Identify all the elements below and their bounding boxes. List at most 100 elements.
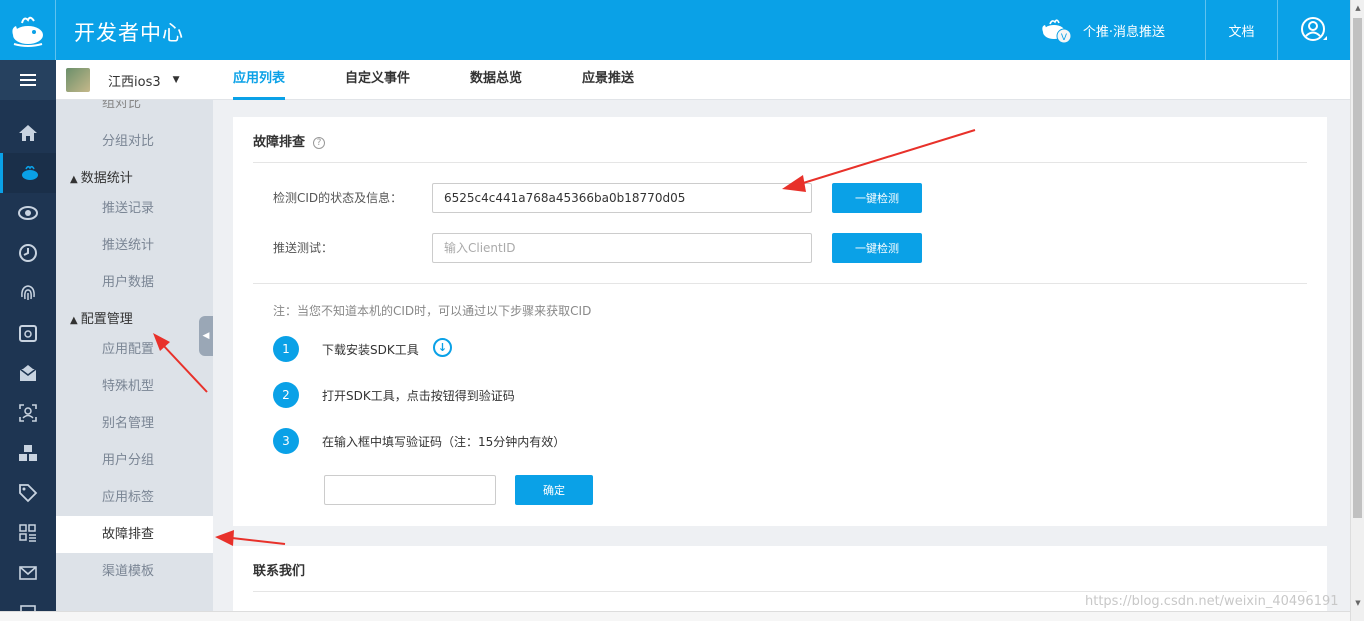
svg-text:V: V xyxy=(1061,33,1068,43)
rail-fingerprint[interactable] xyxy=(0,273,56,313)
tab-scene-push[interactable]: 应景推送 xyxy=(582,60,634,100)
troubleshoot-card: 故障排查? 检测CID的状态及信息： 6525c4c441a768a45366b… xyxy=(233,117,1327,526)
icon-rail xyxy=(0,60,56,621)
sidebar-item-push-stats[interactable]: 推送统计 xyxy=(56,227,213,264)
sidebar-item-push-records[interactable]: 推送记录 xyxy=(56,190,213,227)
tab-custom-events[interactable]: 自定义事件 xyxy=(345,60,410,100)
sidebar-item-alias[interactable]: 别名管理 xyxy=(56,405,213,442)
cid-note: 注：当您不知道本机的CID时，可以通过以下步骤来获取CID xyxy=(273,304,592,318)
download-icon[interactable]: ↓ xyxy=(433,338,452,357)
horizontal-scrollbar[interactable] xyxy=(0,611,1350,621)
tag-icon xyxy=(19,484,38,503)
sidebar-item-partial[interactable]: 组对比 xyxy=(102,100,141,111)
menu-toggle[interactable] xyxy=(0,60,56,100)
cid-input[interactable]: 6525c4c441a768a45366ba0b18770d05 xyxy=(432,183,812,213)
app-name: 江西ios3 xyxy=(108,74,161,90)
user-scan-icon xyxy=(19,404,37,422)
cid-check-button[interactable]: 一键检测 xyxy=(832,183,922,213)
sidebar-group-label: 配置管理 xyxy=(80,312,133,327)
sidebar-group-stats[interactable]: ▲ 数据统计 xyxy=(70,167,133,186)
confirm-button[interactable]: 确定 xyxy=(515,475,593,505)
user-circle-icon xyxy=(1301,17,1327,41)
step-text: 打开SDK工具，点击按钮得到验证码 xyxy=(322,389,515,403)
push-whale-icon xyxy=(21,165,38,180)
contact-title: 联系我们 xyxy=(253,564,306,579)
sidebar-item-channel-templates[interactable]: 渠道模板 xyxy=(56,553,213,590)
tab-app-list[interactable]: 应用列表 xyxy=(233,60,286,100)
divider xyxy=(253,283,1307,284)
step-number: 2 xyxy=(273,382,299,408)
push-whale-icon: V xyxy=(1042,19,1072,44)
secondary-sidebar: 组对比 分组对比 ▲ 数据统计 推送记录 推送统计 用户数据 ▲ 配置管理 应用配置… xyxy=(56,100,213,621)
rail-cubes[interactable] xyxy=(0,433,56,473)
rail-user-scan[interactable] xyxy=(0,393,56,433)
scrollbar-thumb[interactable] xyxy=(1353,18,1362,518)
sidebar-item-app-tags[interactable]: 应用标签 xyxy=(56,479,213,516)
page-title-text: 故障排查 xyxy=(253,135,306,150)
verify-code-input[interactable] xyxy=(324,475,496,505)
mail-icon xyxy=(19,365,37,381)
rail-clock[interactable] xyxy=(0,233,56,273)
rail-home[interactable] xyxy=(0,113,56,153)
grid-icon xyxy=(19,524,36,542)
contact-card: 联系我们 xyxy=(233,546,1327,621)
rail-mail[interactable] xyxy=(0,353,56,393)
help-icon[interactable]: ? xyxy=(313,137,326,149)
sidebar-collapse-toggle[interactable]: ◀ xyxy=(199,316,213,356)
fingerprint-icon xyxy=(21,285,35,300)
app-switcher[interactable]: 江西ios3 ▼ xyxy=(56,60,213,100)
rail-calendar[interactable] xyxy=(0,313,56,353)
scroll-down-icon[interactable]: ▼ xyxy=(1351,595,1364,611)
docs-link[interactable]: 文档 xyxy=(1206,0,1278,60)
step-number: 3 xyxy=(273,428,299,454)
sidebar-item-app-config[interactable]: 应用配置 xyxy=(56,331,213,368)
scroll-up-icon[interactable]: ▲ xyxy=(1351,0,1364,16)
watermark: https://blog.csdn.net/weixin_40496191 xyxy=(1085,594,1339,609)
push-test-button[interactable]: 一键检测 xyxy=(832,233,922,263)
page-title: 故障排查? xyxy=(253,131,326,150)
tab-data-overview[interactable]: 数据总览 xyxy=(470,60,522,100)
step-number: 1 xyxy=(273,336,299,362)
triangle-up-icon: ▲ xyxy=(70,315,78,326)
arrow-to-troubleshoot-item xyxy=(215,530,286,546)
sidebar-item-special-models[interactable]: 特殊机型 xyxy=(56,368,213,405)
rail-tag[interactable] xyxy=(0,473,56,513)
brand-title[interactable]: 开发者中心 xyxy=(74,17,184,47)
sidebar-group-config[interactable]: ▲ 配置管理 xyxy=(70,308,133,327)
step-text: 在输入框中填写验证码（注：15分钟内有效） xyxy=(322,435,566,449)
sidebar-group-label: 数据统计 xyxy=(80,171,133,186)
triangle-up-icon: ▲ xyxy=(70,174,78,185)
divider xyxy=(253,162,1307,163)
sub-header: 江西ios3 ▼ 应用列表 自定义事件 数据总览 应景推送 xyxy=(56,60,1350,100)
cid-label: 检测CID的状态及信息： xyxy=(273,191,403,205)
app-avatar xyxy=(66,68,90,92)
push-product-link[interactable]: V 个推·消息推送 xyxy=(1041,0,1206,60)
clock-icon xyxy=(19,244,37,262)
calendar-icon xyxy=(19,325,37,342)
push-test-label: 推送测试： xyxy=(273,241,334,255)
clientid-input[interactable]: 输入ClientID xyxy=(432,233,812,263)
sidebar-item-user-data[interactable]: 用户数据 xyxy=(56,264,213,301)
home-icon xyxy=(19,125,37,141)
push-product-label: 个推·消息推送 xyxy=(1082,24,1165,40)
menu-icon xyxy=(20,74,36,86)
top-header: 开发者中心 V 个推·消息推送 文档 xyxy=(0,0,1350,60)
cubes-icon xyxy=(19,445,37,461)
divider xyxy=(253,591,1307,592)
rail-envelope[interactable] xyxy=(0,553,56,593)
rail-grid[interactable] xyxy=(0,513,56,553)
main-tabs: 应用列表 自定义事件 数据总览 应景推送 xyxy=(233,60,694,100)
sidebar-item-user-groups[interactable]: 用户分组 xyxy=(56,442,213,479)
vertical-scrollbar[interactable]: ▲ ▼ xyxy=(1350,0,1364,621)
whale-logo-icon xyxy=(11,16,43,47)
caret-down-icon: ▼ xyxy=(172,75,180,85)
eye-icon xyxy=(18,206,38,220)
envelope-icon xyxy=(19,566,37,580)
rail-eye[interactable] xyxy=(0,193,56,233)
sidebar-item-troubleshoot[interactable]: 故障排查 xyxy=(56,516,213,553)
step-text: 下载安装SDK工具 xyxy=(322,343,419,357)
user-menu[interactable] xyxy=(1278,0,1350,60)
sidebar-item-group-compare[interactable]: 分组对比 xyxy=(56,123,213,160)
rail-push[interactable] xyxy=(0,153,56,193)
logo[interactable] xyxy=(0,0,56,60)
